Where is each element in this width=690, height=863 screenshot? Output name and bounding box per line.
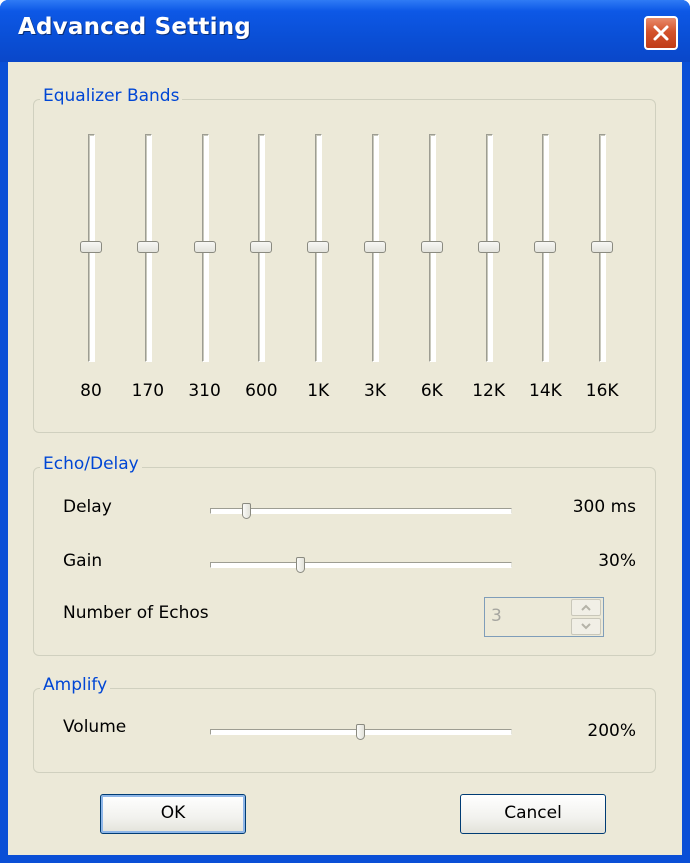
- equalizer-group-label: Equalizer Bands: [40, 86, 183, 106]
- eq-band-slider-thumb[interactable]: [193, 241, 216, 253]
- eq-band-label: 14K: [529, 381, 562, 401]
- number-of-echos-label: Number of Echos: [63, 603, 209, 623]
- ok-button[interactable]: OK: [100, 794, 246, 834]
- volume-slider-thumb[interactable]: [356, 724, 365, 740]
- volume-label: Volume: [63, 717, 127, 737]
- eq-band-slider-thumb[interactable]: [420, 241, 443, 253]
- window-title: Advanced Setting: [18, 14, 251, 40]
- number-of-echos-value[interactable]: 3: [491, 606, 502, 626]
- eq-band-label: 6K: [420, 381, 443, 401]
- eq-band-label: 170: [131, 381, 165, 401]
- eq-band-slider-thumb[interactable]: [250, 241, 273, 253]
- eq-band-label: 310: [188, 381, 221, 401]
- delay-slider-thumb[interactable]: [242, 503, 251, 519]
- dialog-body: Equalizer Bands 80 170 310 600 1K 3K 6K 12K 14K 1…: [8, 62, 682, 855]
- echo-delay-group-label: Echo/Delay: [40, 454, 142, 474]
- eq-band-label: 12K: [472, 381, 505, 401]
- spin-up-button[interactable]: [571, 599, 601, 616]
- eq-band-label: 600: [245, 381, 278, 401]
- title-bar[interactable]: Advanced Setting: [0, 0, 690, 62]
- amplify-group-label: Amplify: [40, 675, 111, 695]
- volume-value: 200%: [587, 721, 636, 741]
- delay-label: Delay: [63, 497, 112, 517]
- eq-band-label: 16K: [585, 381, 619, 401]
- gain-value: 30%: [598, 551, 636, 571]
- delay-value: 300 ms: [572, 497, 636, 517]
- number-of-echos-spinner[interactable]: 3: [484, 597, 604, 637]
- eq-band-slider-thumb[interactable]: [80, 241, 102, 253]
- chevron-down-icon: [581, 623, 591, 630]
- eq-band-label: 80: [80, 381, 102, 401]
- spin-down-button[interactable]: [571, 618, 601, 635]
- eq-band-label: 3K: [364, 381, 386, 401]
- chevron-up-icon: [581, 604, 591, 611]
- eq-band-slider-thumb[interactable]: [534, 241, 557, 253]
- cancel-button[interactable]: Cancel: [460, 794, 606, 834]
- close-icon: [653, 25, 669, 41]
- close-button[interactable]: [644, 16, 678, 50]
- eq-band-slider-thumb[interactable]: [364, 241, 386, 253]
- delay-slider-track[interactable]: [210, 508, 512, 514]
- eq-band-slider-thumb[interactable]: [591, 241, 614, 253]
- advanced-setting-window: Advanced Setting Equalizer Bands 80 170 31…: [0, 0, 690, 863]
- eq-band-slider-thumb[interactable]: [477, 241, 500, 253]
- eq-band-slider-thumb[interactable]: [136, 241, 159, 253]
- gain-label: Gain: [63, 551, 103, 571]
- gain-slider-track[interactable]: [210, 562, 512, 568]
- eq-band-label: 1K: [307, 381, 330, 401]
- eq-band-slider-thumb[interactable]: [307, 241, 330, 253]
- gain-slider-thumb[interactable]: [296, 557, 305, 573]
